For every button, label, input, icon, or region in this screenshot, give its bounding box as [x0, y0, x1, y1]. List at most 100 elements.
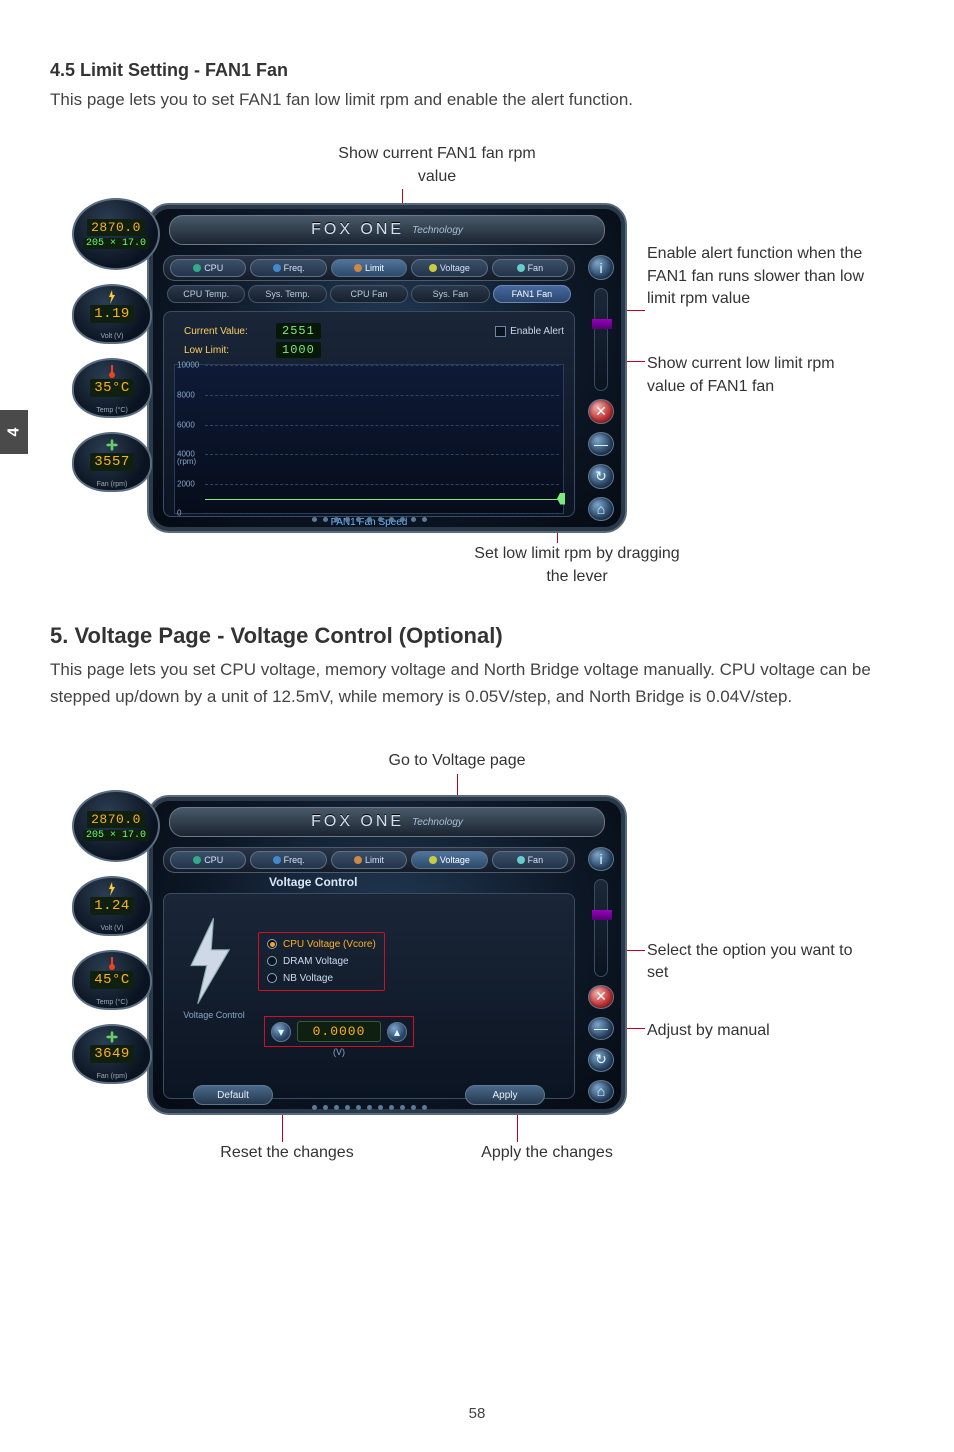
caption-low-limit: Show current low limit rpm value of FAN1… [647, 353, 877, 398]
refresh-button[interactable]: ↻ [588, 1048, 614, 1071]
increase-button[interactable]: ▴ [387, 1022, 407, 1042]
close-button[interactable]: ✕ [588, 985, 614, 1008]
current-value-row: Current Value: 2551 Enable Alert [184, 323, 564, 339]
brand-bar: FOX ONE Technology [169, 215, 605, 245]
gauge-temp: 45°C Temp (°C) [72, 950, 152, 1010]
caption-current-value: Show current FAN1 fan rpm value [327, 143, 547, 188]
pager-dots [163, 1105, 575, 1115]
cpu-icon [193, 264, 201, 272]
radio-cpu-voltage[interactable]: CPU Voltage (Vcore) [267, 939, 376, 950]
voltage-icon [429, 856, 437, 864]
info-button[interactable]: i [588, 847, 614, 870]
subtab-systemp[interactable]: Sys. Temp. [248, 285, 326, 303]
right-rail: i ✕ — ↻ ⌂ [583, 847, 619, 1103]
gauge-cpu-freq: 2870.0 205 × 17.0 [72, 790, 160, 862]
heading-5: 5. Voltage Page - Voltage Control (Optio… [50, 623, 904, 649]
gauge-cpu-freq: 2870.0 205 × 17.0 [72, 198, 160, 270]
decrease-button[interactable]: ▾ [271, 1022, 291, 1042]
subtab-fan1[interactable]: FAN1 Fan [493, 285, 571, 303]
low-limit-line [205, 499, 559, 500]
body-5: This page lets you set CPU voltage, memo… [50, 657, 904, 710]
low-limit-row: Low Limit: 1000 [184, 342, 564, 358]
panel-title: Voltage Control [269, 875, 357, 889]
freq-icon [273, 856, 281, 864]
brand-tag: Technology [412, 225, 463, 236]
radio-dram-voltage[interactable]: DRAM Voltage [267, 956, 376, 967]
caption-adjust-manual: Adjust by manual [647, 1020, 857, 1042]
body-4.5: This page lets you to set FAN1 fan low l… [50, 87, 904, 113]
tab-freq[interactable]: Freq. [250, 851, 326, 869]
tab-fan[interactable]: Fan [492, 851, 568, 869]
low-limit-display: 1000 [276, 342, 321, 358]
close-button[interactable]: ✕ [588, 399, 614, 424]
voltage-unit: (V) [264, 1047, 414, 1057]
bolt-icon [105, 290, 119, 304]
home-button[interactable]: ⌂ [588, 1080, 614, 1103]
home-button[interactable]: ⌂ [588, 497, 614, 522]
gauge-voltage: 1.19 Volt (V) [72, 284, 152, 344]
tab-cpu[interactable]: CPU [170, 851, 246, 869]
button-row: Default Apply [163, 1085, 575, 1105]
brand-bar: FOX ONE Technology [169, 807, 605, 837]
caption-reset: Reset the changes [187, 1142, 387, 1164]
foxone-console: FOX ONE Technology CPU Freq. Limit Volta… [147, 203, 627, 533]
gauge-fan: 3557 Fan (rpm) [72, 432, 152, 492]
subtab-cpufan[interactable]: CPU Fan [330, 285, 408, 303]
tab-cpu[interactable]: CPU [170, 259, 246, 277]
current-value-display: 2551 [276, 323, 321, 339]
thermometer-icon [105, 364, 119, 378]
fan-icon [105, 438, 119, 452]
tab-voltage[interactable]: Voltage [411, 851, 487, 869]
minimize-button[interactable]: — [588, 1017, 614, 1040]
fan-icon [517, 856, 525, 864]
enable-alert-checkbox[interactable]: Enable Alert [495, 326, 564, 337]
brand-name: FOX ONE [311, 221, 404, 239]
brand-tag: Technology [412, 817, 463, 828]
limit-icon [354, 856, 362, 864]
thermometer-icon [105, 956, 119, 970]
fan-icon [517, 264, 525, 272]
tab-limit[interactable]: Limit [331, 259, 407, 277]
tab-fan[interactable]: Fan [492, 259, 568, 277]
subtab-sysfan[interactable]: Sys. Fan [411, 285, 489, 303]
bolt-icon [105, 882, 119, 896]
right-rail: i ✕ — ↻ ⌂ [583, 255, 619, 521]
figure-voltage: Go to Voltage page Select the option you… [67, 750, 887, 1160]
info-button[interactable]: i [588, 255, 614, 280]
fan-chart: 10000 8000 6000 4000 (rpm) 2000 0 [174, 364, 564, 514]
caption-drag-lever: Set low limit rpm by dragging the lever [467, 543, 687, 588]
checkbox-icon [495, 326, 506, 337]
voltage-icon [429, 264, 437, 272]
tab-voltage[interactable]: Voltage [411, 259, 487, 277]
subtabs: CPU Temp. Sys. Temp. CPU Fan Sys. Fan FA… [163, 285, 575, 307]
caption-enable-alert: Enable alert function when the FAN1 fan … [647, 243, 877, 310]
page-number: 58 [0, 1405, 954, 1422]
foxone-console: FOX ONE Technology CPU Freq. Limit Volta… [147, 795, 627, 1115]
cpu-icon [193, 856, 201, 864]
skin-slider[interactable] [594, 288, 608, 391]
fan-icon [105, 1030, 119, 1044]
caption-select-option: Select the option you want to set [647, 940, 857, 985]
chapter-tab: 4 [0, 410, 28, 454]
tab-limit[interactable]: Limit [331, 851, 407, 869]
gauge-voltage: 1.24 Volt (V) [72, 876, 152, 936]
skin-slider[interactable] [594, 879, 608, 978]
default-button[interactable]: Default [193, 1085, 273, 1105]
gauge-column: 2870.0 205 × 17.0 1.19 Volt (V) 35°C Tem… [72, 198, 162, 528]
subtab-cputemp[interactable]: CPU Temp. [167, 285, 245, 303]
freq-icon [273, 264, 281, 272]
nav-tabs: CPU Freq. Limit Voltage Fan [163, 255, 575, 281]
nav-tabs: CPU Freq. Limit Voltage Fan [163, 847, 575, 873]
brand-name: FOX ONE [311, 813, 404, 831]
voltage-control-icon: Voltage Control [174, 916, 244, 1006]
caption-goto-voltage: Go to Voltage page [347, 750, 567, 772]
apply-button[interactable]: Apply [465, 1085, 545, 1105]
voltage-options: CPU Voltage (Vcore) DRAM Voltage NB Volt… [258, 932, 385, 991]
figure-fan1: Show current FAN1 fan rpm value Enable a… [67, 143, 887, 583]
minimize-button[interactable]: — [588, 432, 614, 457]
refresh-button[interactable]: ↻ [588, 464, 614, 489]
tab-freq[interactable]: Freq. [250, 259, 326, 277]
caption-apply: Apply the changes [447, 1142, 647, 1164]
heading-4.5: 4.5 Limit Setting - FAN1 Fan [50, 60, 904, 81]
radio-nb-voltage[interactable]: NB Voltage [267, 973, 376, 984]
